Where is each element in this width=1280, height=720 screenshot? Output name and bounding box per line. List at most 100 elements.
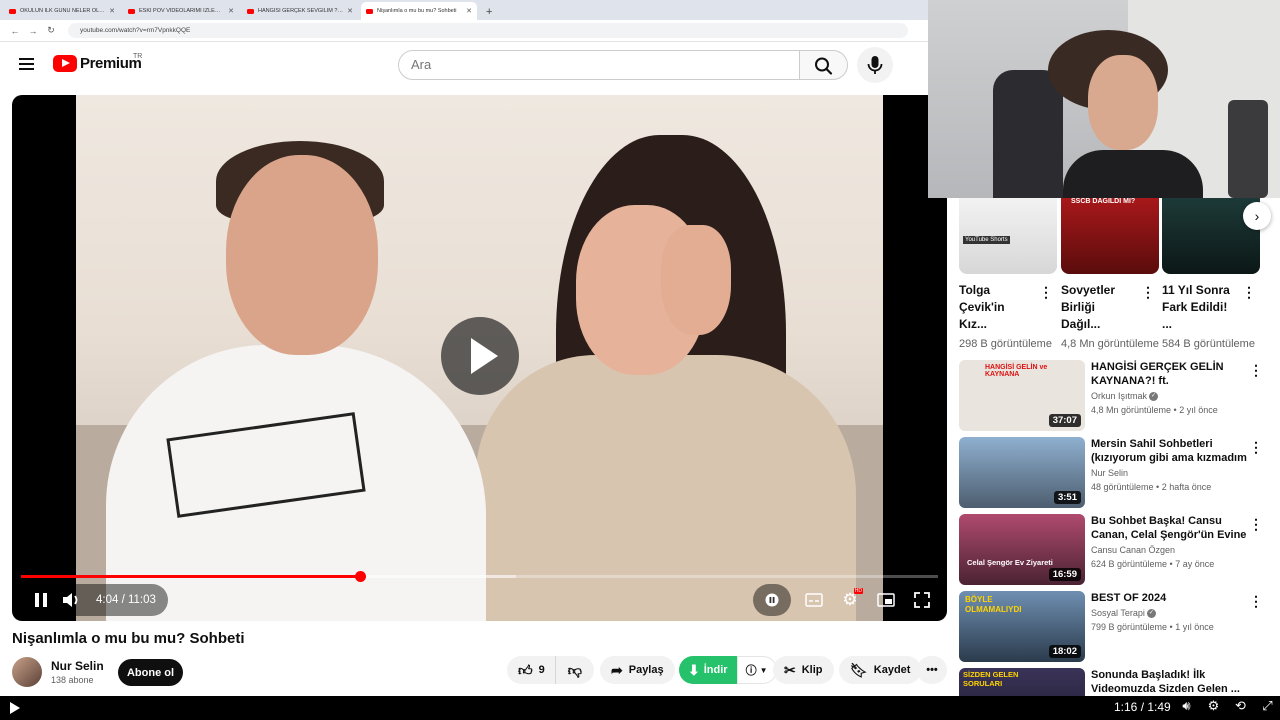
more-vertical-icon[interactable]: ⋮ [1249, 516, 1263, 533]
autoplay-toggle[interactable] [757, 585, 787, 615]
video-player[interactable]: 4:04 / 11:03 ⚙ HD [12, 95, 947, 621]
related-video[interactable]: SİZDEN GELEN SORULARI Sonunda Başladık! … [959, 668, 1269, 696]
related-title[interactable]: Mersin Sahil Sohbetleri (kızıyorum gibi … [1091, 437, 1251, 465]
short-title[interactable]: Sovyetler Birliği Dağıl... [1061, 282, 1135, 333]
miniplayer-icon [877, 593, 895, 607]
search-button[interactable] [800, 50, 848, 80]
browser-tab-4-active[interactable]: Nişanlımla o mu bu mu? Sohbeti ✕ [361, 2, 477, 20]
close-tab-icon[interactable]: ✕ [466, 7, 472, 15]
dislike-button[interactable]: 👎︎ [554, 656, 594, 684]
voice-search-button[interactable] [857, 47, 893, 83]
person-right-sweater [476, 355, 856, 621]
related-thumbnail[interactable]: BÖYLE OLMAMALIYDI 18:02 [959, 591, 1085, 662]
close-tab-icon[interactable]: ✕ [347, 7, 353, 15]
more-group: ••• [917, 656, 947, 684]
more-vertical-icon[interactable]: ⋮ [1242, 284, 1256, 301]
pause-button[interactable] [26, 585, 56, 615]
subtitles-button[interactable] [799, 585, 829, 615]
time-display: 4:04 / 11:03 [96, 594, 156, 606]
short-card[interactable]: SSCB DAĞILDI MI? Sovyetler Birliği Dağıl… [1061, 198, 1159, 352]
more-vertical-icon[interactable]: ⋮ [1039, 284, 1053, 301]
related-channel[interactable]: Sosyal Terapi ✓ [1091, 608, 1251, 619]
channel-avatar[interactable] [12, 657, 42, 687]
subscribe-button[interactable]: Abone ol [118, 659, 183, 686]
youtube-premium-logo[interactable]: Premium [53, 55, 142, 72]
browser-tab-2[interactable]: ESKİ POV VİDEOLARIMI İZLEDİM... ✕ [123, 2, 239, 20]
short-thumbnail[interactable]: SSCB DAĞILDI MI? [1061, 198, 1159, 274]
forward-arrow-icon[interactable]: → [24, 26, 42, 36]
large-play-button[interactable] [441, 317, 519, 395]
related-info: Mersin Sahil Sohbetleri (kızıyorum gibi … [1091, 437, 1251, 492]
hamburger-menu-icon[interactable] [19, 57, 35, 71]
related-thumbnail[interactable]: Celal Şengör Ev Ziyareti 16:59 [959, 514, 1085, 585]
youtube-favicon-icon [247, 8, 254, 14]
fullscreen-button[interactable] [907, 585, 937, 615]
related-thumbnail[interactable]: 3:51 [959, 437, 1085, 508]
url-field[interactable]: youtube.com/watch?v=rm7VpnkkQQE [68, 23, 908, 38]
download-button[interactable]: ⬇ İndir [679, 656, 737, 684]
related-video[interactable]: HANGİSİ GELİN ve KAYNANA 37:07 HANGİSİ G… [959, 360, 1269, 432]
more-vertical-icon[interactable]: ⋮ [1141, 284, 1155, 301]
video-duration: 16:59 [1048, 568, 1081, 581]
short-thumbnail[interactable]: YouTube Shorts [959, 198, 1057, 274]
shorts-next-button[interactable]: › [1243, 202, 1271, 230]
outer-time-display: 1:16 / 1:49 [1114, 700, 1171, 714]
play-icon[interactable] [10, 702, 20, 714]
volume-icon[interactable]: 🔊︎ [1173, 698, 1200, 714]
short-title[interactable]: 11 Yıl Sonra Fark Edildi! ... [1162, 282, 1236, 333]
channel-name[interactable]: Nur Selin [51, 659, 104, 673]
microphone-icon [867, 56, 883, 74]
miniplayer-button[interactable] [871, 585, 901, 615]
share-button[interactable]: ➦ Paylaş [600, 656, 675, 684]
reload-icon[interactable]: ↻ [42, 25, 60, 36]
related-title[interactable]: Bu Sohbet Başka! Cansu Canan, Celal Şeng… [1091, 514, 1251, 542]
related-channel[interactable]: Nur Selin [1091, 468, 1251, 478]
download-arrow-icon: ⬇ [688, 661, 700, 678]
short-title[interactable]: Tolga Çevik'in Kız... [959, 282, 1033, 333]
related-thumbnail[interactable]: HANGİSİ GELİN ve KAYNANA 37:07 [959, 360, 1085, 431]
close-tab-icon[interactable]: ✕ [228, 7, 234, 15]
more-vertical-icon[interactable]: ⋮ [1249, 593, 1263, 610]
related-info: Bu Sohbet Başka! Cansu Canan, Celal Şeng… [1091, 514, 1251, 569]
related-title[interactable]: HANGİSİ GERÇEK GELİN KAYNANA?! ft. @Ayni… [1091, 360, 1251, 388]
like-button[interactable]: 👍︎ 9 [507, 656, 555, 684]
close-tab-icon[interactable]: ✕ [109, 7, 115, 15]
expand-icon[interactable]: ⤢ [1254, 698, 1280, 714]
tab-title: ESKİ POV VİDEOLARIMI İZLEDİM... [139, 8, 225, 14]
outer-player-icons: 🔊︎ ⚙ ⟲ ⤢ [1173, 698, 1280, 714]
webcam-overlay [928, 0, 1280, 198]
volume-button[interactable] [56, 585, 86, 615]
chevron-down-icon: ▼ [759, 665, 768, 675]
related-video[interactable]: BÖYLE OLMAMALIYDI 18:02 BEST OF 2024 Sos… [959, 591, 1269, 663]
short-views: 4,8 Mn görüntüleme [1061, 338, 1159, 350]
thumbs-down-icon: 👎︎ [567, 661, 582, 678]
more-vertical-icon[interactable]: ⋮ [1249, 362, 1263, 379]
related-thumbnail[interactable]: SİZDEN GELEN SORULARI [959, 668, 1085, 696]
browser-tab-3[interactable]: HANGİSİ GERÇEK SEVGİLİM ? |... ✕ [242, 2, 358, 20]
progress-bar[interactable] [21, 571, 938, 582]
save-button[interactable]: 🔖︎ Kaydet [839, 656, 922, 684]
back-arrow-icon[interactable]: ← [6, 26, 24, 36]
more-actions-button[interactable]: ••• [917, 656, 947, 684]
loop-icon[interactable]: ⟲ [1227, 698, 1254, 714]
search-input[interactable]: Ara [398, 50, 800, 80]
thumbnail-text: Celal Şengör Ev Ziyareti [967, 558, 1053, 567]
related-channel[interactable]: Cansu Canan Özgen [1091, 545, 1251, 555]
related-title[interactable]: Sonunda Başladık! İlk Videomuzda Sizden … [1091, 668, 1251, 696]
clip-button[interactable]: ✂ Klip [773, 656, 834, 684]
related-title[interactable]: BEST OF 2024 [1091, 591, 1251, 605]
browser-tab-1[interactable]: OKULUN İLK GÜNÜ NELER OLDU... ✕ [4, 2, 120, 20]
more-vertical-icon[interactable]: ⋮ [1249, 439, 1263, 456]
new-tab-icon[interactable]: + [480, 6, 498, 20]
search-icon [815, 57, 833, 75]
settings-gear-icon[interactable]: ⚙ [1200, 698, 1227, 714]
fullscreen-icon [914, 592, 930, 608]
related-video[interactable]: Celal Şengör Ev Ziyareti 16:59 Bu Sohbet… [959, 514, 1269, 586]
outer-player-bar: 1:16 / 1:49 🔊︎ ⚙ ⟲ ⤢ [0, 696, 1280, 720]
related-video[interactable]: 3:51 Mersin Sahil Sohbetleri (kızıyorum … [959, 437, 1269, 509]
youtube-favicon-icon [128, 8, 135, 14]
short-card[interactable]: YouTube Shorts Tolga Çevik'in Kız... 298… [959, 198, 1057, 352]
related-channel[interactable]: Orkun Işıtmak ✓ [1091, 391, 1251, 402]
settings-button[interactable]: ⚙ HD [835, 585, 865, 615]
download-options-button[interactable]: ⓘ ▼ [736, 656, 777, 684]
